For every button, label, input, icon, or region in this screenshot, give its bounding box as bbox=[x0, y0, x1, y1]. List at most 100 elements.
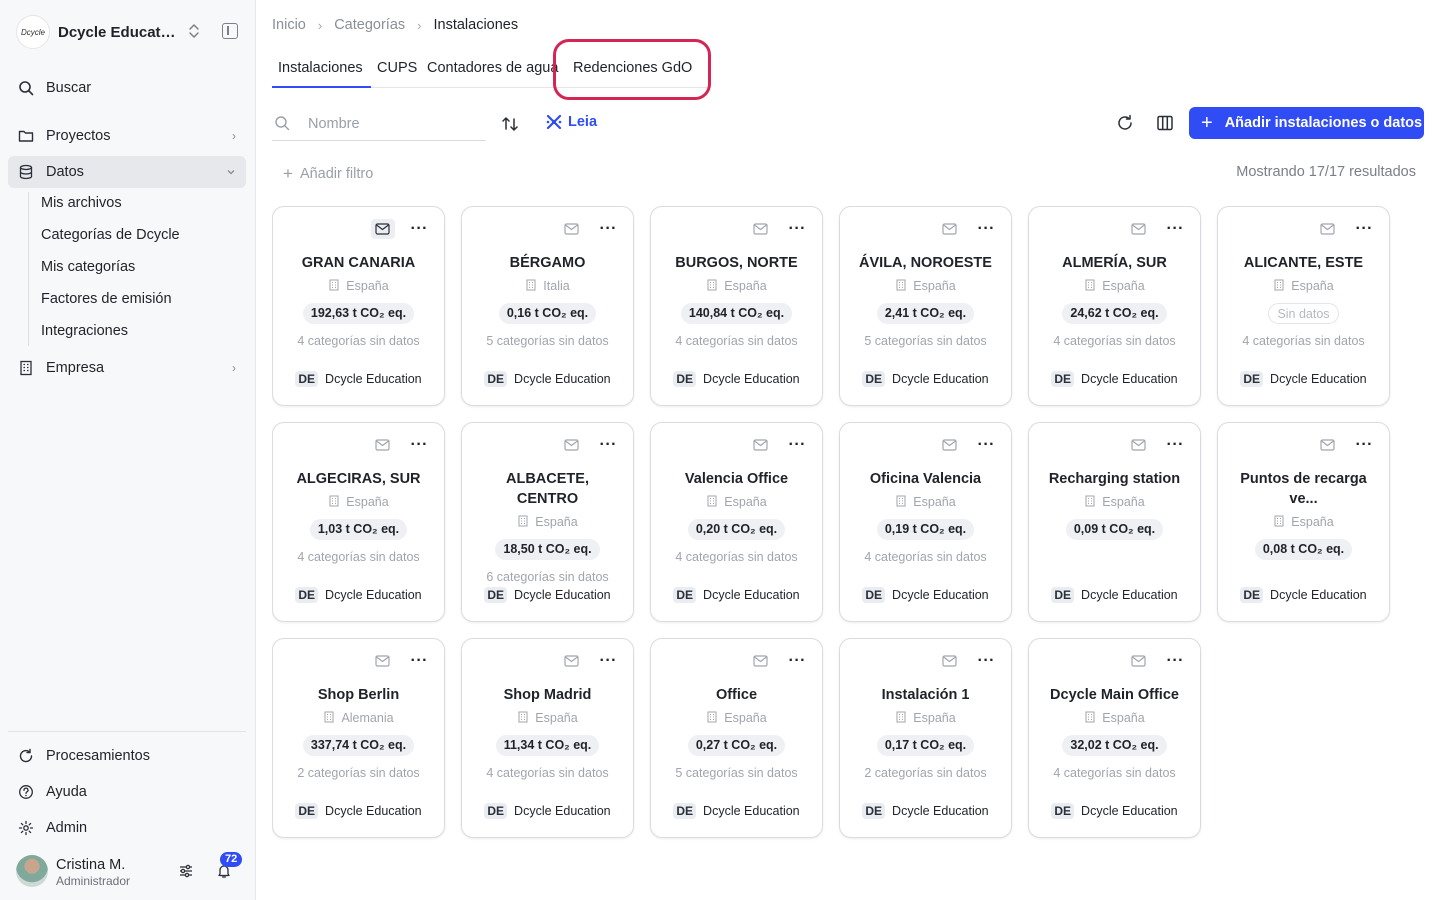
mail-icon[interactable] bbox=[938, 435, 962, 455]
more-options-icon[interactable]: ··· bbox=[600, 653, 617, 669]
add-filter-button[interactable]: + Añadir filtro bbox=[283, 164, 373, 184]
co2-badge: 11,34 t CO₂ eq. bbox=[495, 735, 600, 756]
installation-card[interactable]: ··· ALICANTE, ESTE España Sin datos 4 catego… bbox=[1217, 206, 1390, 406]
mail-icon[interactable] bbox=[560, 219, 584, 239]
mail-icon[interactable] bbox=[938, 651, 962, 671]
mail-icon[interactable] bbox=[560, 435, 584, 455]
installation-card[interactable]: ··· Dcycle Main Office España 32,02 t CO₂ e… bbox=[1028, 638, 1201, 838]
card-actions: ··· bbox=[1127, 219, 1184, 239]
nav-search[interactable]: Buscar bbox=[8, 72, 246, 104]
chevron-up-down-icon[interactable] bbox=[188, 23, 200, 39]
tab-cups[interactable]: CUPS bbox=[377, 60, 417, 88]
installation-card[interactable]: ··· BURGOS, NORTE España 140,84 t CO₂ eq. 4 … bbox=[650, 206, 823, 406]
owner-name: Dcycle Education bbox=[514, 372, 611, 386]
mail-icon[interactable] bbox=[749, 651, 773, 671]
installation-card[interactable]: ··· Office España 0,27 t CO₂ eq. 5 categoría… bbox=[650, 638, 823, 838]
more-options-icon[interactable]: ··· bbox=[1356, 221, 1373, 237]
installation-card[interactable]: ··· Shop Madrid España 11,34 t CO₂ eq. 4 cat… bbox=[461, 638, 634, 838]
installation-card[interactable]: ··· Shop Berlin Alemania 337,74 t CO₂ eq. 2 … bbox=[272, 638, 445, 838]
add-installations-label: Añadir instalaciones o datos bbox=[1224, 115, 1423, 131]
more-options-icon[interactable]: ··· bbox=[1167, 221, 1184, 237]
more-options-icon[interactable]: ··· bbox=[789, 221, 806, 237]
installation-card[interactable]: ··· ÁVILA, NOROESTE España 2,41 t CO₂ eq. 5 … bbox=[839, 206, 1012, 406]
more-options-icon[interactable]: ··· bbox=[978, 437, 995, 453]
installation-card[interactable]: ··· ALMERÍA, SUR España 24,62 t CO₂ eq. 4 ca… bbox=[1028, 206, 1201, 406]
co2-badge: 0,20 t CO₂ eq. bbox=[687, 519, 786, 540]
sort-icon[interactable] bbox=[500, 114, 520, 134]
search-input[interactable] bbox=[308, 113, 478, 135]
installation-card[interactable]: ··· ALGECIRAS, SUR España 1,03 t CO₂ eq. 4 c… bbox=[272, 422, 445, 622]
card-owner: DE Dcycle Education bbox=[462, 371, 633, 387]
more-options-icon[interactable]: ··· bbox=[1167, 437, 1184, 453]
card-country: España bbox=[462, 711, 633, 725]
add-installations-button[interactable]: + Añadir instalaciones o datos bbox=[1189, 107, 1424, 139]
installation-card[interactable]: ··· BÉRGAMO Italia 0,16 t CO₂ eq. 5 categorí… bbox=[461, 206, 634, 406]
nav-integrations[interactable]: Integraciones bbox=[41, 323, 128, 343]
card-country: España bbox=[651, 711, 822, 725]
installation-card[interactable]: ··· Oficina Valencia España 0,19 t CO₂ eq. 4… bbox=[839, 422, 1012, 622]
refresh-icon[interactable] bbox=[1115, 113, 1135, 133]
breadcrumb-categories[interactable]: Categorías bbox=[334, 17, 405, 33]
more-options-icon[interactable]: ··· bbox=[600, 221, 617, 237]
nav-processing[interactable]: Procesamientos bbox=[8, 740, 246, 772]
more-options-icon[interactable]: ··· bbox=[411, 653, 428, 669]
tab-water-meters[interactable]: Contadores de agua bbox=[427, 60, 558, 88]
more-options-icon[interactable]: ··· bbox=[411, 437, 428, 453]
more-options-icon[interactable]: ··· bbox=[1356, 437, 1373, 453]
more-options-icon[interactable]: ··· bbox=[978, 653, 995, 669]
sliders-icon[interactable] bbox=[178, 863, 194, 879]
mail-icon[interactable] bbox=[1127, 435, 1151, 455]
building-icon bbox=[18, 360, 34, 376]
nav-dcycle-categories[interactable]: Categorías de Dcycle bbox=[41, 227, 180, 247]
mail-icon[interactable] bbox=[1316, 219, 1340, 239]
card-body: ALBACETE, CENTRO España 18,50 t CO₂ eq. 6 c… bbox=[462, 469, 633, 586]
building-icon bbox=[895, 495, 913, 510]
nav-emission-factors[interactable]: Factores de emisión bbox=[41, 291, 172, 311]
mail-icon[interactable] bbox=[1127, 651, 1151, 671]
installation-card[interactable]: ··· Puntos de recarga ve... España 0,08 t C… bbox=[1217, 422, 1390, 622]
mail-icon[interactable] bbox=[749, 219, 773, 239]
mail-icon[interactable] bbox=[370, 219, 395, 239]
mail-icon[interactable] bbox=[371, 651, 395, 671]
more-options-icon[interactable]: ··· bbox=[600, 437, 617, 453]
columns-icon[interactable] bbox=[1155, 113, 1175, 133]
installation-card[interactable]: ··· Instalación 1 España 0,17 t CO₂ eq. 2 ca… bbox=[839, 638, 1012, 838]
owner-initials: DE bbox=[484, 371, 508, 387]
nav-company-label: Empresa bbox=[46, 360, 105, 376]
nav-help[interactable]: Ayuda bbox=[8, 776, 246, 808]
nav-company[interactable]: Empresa › bbox=[8, 352, 246, 384]
user-profile[interactable]: Cristina M. Administrador 72 bbox=[16, 852, 248, 889]
avatar[interactable] bbox=[16, 855, 48, 887]
installation-card[interactable]: ··· ALBACETE, CENTRO España 18,50 t CO₂ eq.… bbox=[461, 422, 634, 622]
owner-name: Dcycle Education bbox=[1270, 588, 1367, 602]
more-options-icon[interactable]: ··· bbox=[1167, 653, 1184, 669]
mail-icon[interactable] bbox=[1127, 219, 1151, 239]
org-switcher[interactable]: Dcycle Dcycle Education bbox=[16, 14, 248, 50]
installation-card[interactable]: ··· Recharging station España 0,09 t CO₂ eq… bbox=[1028, 422, 1201, 622]
owner-initials: DE bbox=[1051, 371, 1075, 387]
mail-icon[interactable] bbox=[560, 651, 584, 671]
breadcrumb-home[interactable]: Inicio bbox=[272, 17, 306, 33]
missing-categories: 4 categorías sin datos bbox=[1053, 766, 1176, 780]
more-options-icon[interactable]: ··· bbox=[978, 221, 995, 237]
more-options-icon[interactable]: ··· bbox=[411, 221, 428, 237]
nav-my-files[interactable]: Mis archivos bbox=[41, 195, 122, 215]
mail-icon[interactable] bbox=[371, 435, 395, 455]
nav-projects[interactable]: Proyectos › bbox=[8, 120, 246, 152]
mail-icon[interactable] bbox=[1316, 435, 1340, 455]
tab-installations[interactable]: Instalaciones bbox=[272, 60, 371, 88]
leia-button[interactable]: Leia bbox=[545, 113, 597, 131]
nav-admin[interactable]: Admin bbox=[8, 812, 246, 844]
more-options-icon[interactable]: ··· bbox=[789, 653, 806, 669]
nav-data[interactable]: Datos bbox=[8, 156, 246, 188]
more-options-icon[interactable]: ··· bbox=[789, 437, 806, 453]
installation-card[interactable]: ··· Valencia Office España 0,20 t CO₂ eq. 4 … bbox=[650, 422, 823, 622]
sidebar-collapse-icon[interactable] bbox=[222, 23, 238, 39]
building-icon bbox=[328, 279, 346, 294]
nav-my-categories[interactable]: Mis categorías bbox=[41, 259, 135, 279]
mail-icon[interactable] bbox=[938, 219, 962, 239]
card-body: GRAN CANARIA España 192,63 t CO₂ eq. 4 cate… bbox=[273, 253, 444, 350]
owner-name: Dcycle Education bbox=[1081, 372, 1178, 386]
mail-icon[interactable] bbox=[749, 435, 773, 455]
installation-card[interactable]: ··· GRAN CANARIA España 192,63 t CO₂ eq. 4 c… bbox=[272, 206, 445, 406]
